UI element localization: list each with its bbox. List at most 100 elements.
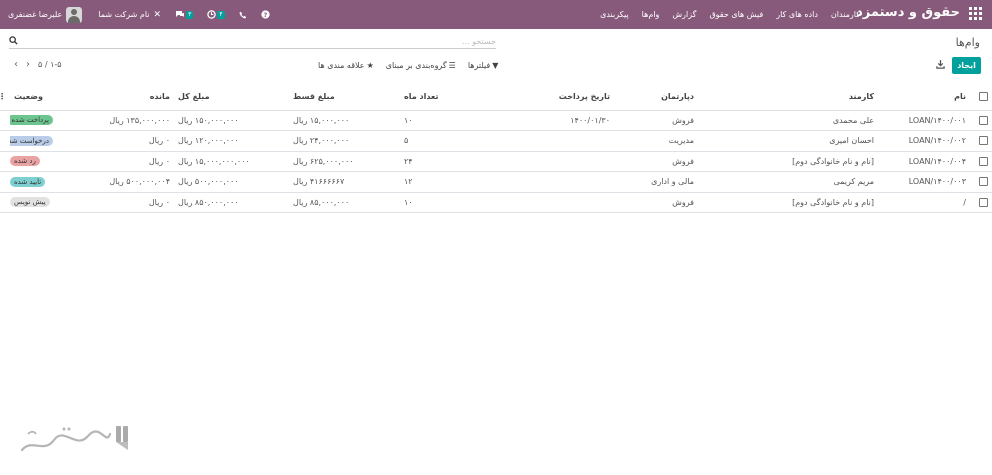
messages-count-badge: ۳ bbox=[186, 10, 194, 19]
cell-months: ۲۴ bbox=[400, 151, 484, 172]
row-checkbox[interactable] bbox=[979, 197, 988, 207]
messages-icon[interactable]: ۳ bbox=[175, 10, 194, 19]
debug-tools-icon[interactable]: ✕ bbox=[154, 10, 162, 20]
cell-name: LOAN/۱۴۰۰/۰۰۴ bbox=[878, 151, 970, 172]
cell-residual: ۰ ریال bbox=[57, 192, 174, 213]
list-icon: ☰ bbox=[448, 60, 456, 70]
cell-spacer bbox=[0, 192, 10, 213]
cell-residual: ۵۰۰,۰۰۰,۰۰۴ ریال bbox=[57, 171, 174, 193]
row-checkbox[interactable] bbox=[979, 136, 988, 146]
cell-employee: [نام و نام خانوادگی دوم] bbox=[698, 151, 878, 172]
col-header-residual[interactable]: مانده bbox=[57, 83, 174, 111]
cell-name: / bbox=[878, 192, 970, 213]
cell-installment: ۱۵,۰۰۰,۰۰۰ ریال bbox=[289, 110, 400, 131]
col-header-status[interactable]: وضعیت bbox=[10, 83, 57, 111]
cell-name: LOAN/۱۴۰۰/۰۰۲ bbox=[878, 130, 970, 152]
menu-employees[interactable]: کارمندان bbox=[831, 10, 860, 19]
row-checkbox[interactable] bbox=[979, 156, 988, 166]
col-header-installment[interactable]: مبلغ قسط bbox=[289, 83, 400, 111]
menu-work-entries[interactable]: داده های کار bbox=[776, 10, 818, 19]
favorites-dropdown[interactable]: ★علاقه مندی ها bbox=[318, 61, 374, 70]
table-row[interactable]: / [نام و نام خانوادگی دوم] فروش ۱۰ ۸۵,۰۰۰,۰۰… bbox=[0, 192, 992, 213]
col-header-department[interactable]: دپارتمان bbox=[614, 83, 698, 111]
cell-employee: مریم کریمی bbox=[698, 171, 878, 193]
row-checkbox-cell[interactable] bbox=[970, 171, 992, 193]
cell-payment-date bbox=[484, 130, 614, 152]
phone-icon[interactable] bbox=[239, 11, 247, 19]
company-name[interactable]: نام شرکت شما bbox=[98, 10, 149, 19]
star-icon: ★ bbox=[366, 60, 374, 70]
status-badge: تایید شده bbox=[10, 176, 46, 187]
cell-status: پرداخت شده bbox=[10, 110, 57, 131]
col-header-months[interactable]: تعداد ماه bbox=[400, 83, 484, 111]
cell-department: مدیریت bbox=[614, 130, 698, 152]
cell-name: LOAN/۱۴۰۰/۰۰۳ bbox=[878, 171, 970, 193]
menu-reporting[interactable]: گزارش bbox=[672, 10, 696, 19]
table-row[interactable]: LOAN/۱۴۰۰/۰۰۴ [نام و نام خانوادگی دوم] فرو… bbox=[0, 151, 992, 172]
phone-glyph-icon bbox=[239, 11, 246, 19]
activities-icon[interactable]: ۴ bbox=[207, 10, 225, 19]
select-all-checkbox-cell[interactable] bbox=[970, 83, 992, 111]
search-input[interactable] bbox=[26, 35, 496, 48]
cell-employee: علی محمدی bbox=[698, 110, 878, 131]
question-circle-icon: ? bbox=[260, 10, 270, 19]
chevron-right-icon[interactable]: › bbox=[26, 59, 30, 70]
search-bar bbox=[9, 35, 496, 49]
menu-payslips[interactable]: فیش های حقوق bbox=[709, 10, 763, 19]
optional-columns-icon[interactable]: ⋮ bbox=[0, 83, 10, 111]
cell-installment: ۴۱۶۶۶۶۶۷ ریال bbox=[289, 171, 400, 193]
cell-spacer bbox=[0, 171, 10, 193]
menu-configuration[interactable]: پیکربندی bbox=[600, 10, 629, 19]
cell-payment-date bbox=[484, 192, 614, 213]
col-header-name[interactable]: نام bbox=[878, 83, 970, 111]
col-header-payment-date[interactable]: تاریخ پرداخت bbox=[484, 83, 614, 111]
cell-department: فروش bbox=[614, 151, 698, 172]
cell-payment-date: ۱۴۰۰/۰۱/۳۰ bbox=[484, 110, 614, 131]
cell-months: ۱۲ bbox=[400, 171, 484, 193]
apps-menu-icon[interactable] bbox=[969, 7, 982, 20]
cell-installment: ۸۵,۰۰۰,۰۰۰ ریال bbox=[289, 192, 400, 213]
row-checkbox-cell[interactable] bbox=[970, 130, 992, 152]
cell-installment: ۲۴,۰۰۰,۰۰۰ ریال bbox=[289, 130, 400, 152]
breadcrumb: وام‌ها bbox=[955, 36, 980, 49]
user-avatar[interactable] bbox=[66, 6, 83, 23]
cell-department: فروش bbox=[614, 110, 698, 131]
chevron-left-icon[interactable]: ‹ bbox=[14, 59, 18, 70]
svg-text:?: ? bbox=[263, 12, 267, 19]
pager-value[interactable]: ۱-۵ / ۵ bbox=[38, 60, 62, 69]
cell-residual: ۱۳۵,۰۰۰,۰۰۰ ریال bbox=[57, 110, 174, 131]
table-header-row: نام کارمند دپارتمان تاریخ پرداخت تعداد م… bbox=[0, 83, 992, 111]
status-badge: پیش نویس bbox=[10, 197, 50, 208]
cell-department: مالی و اداری bbox=[614, 171, 698, 193]
row-checkbox[interactable] bbox=[979, 115, 988, 125]
select-all-checkbox[interactable] bbox=[979, 91, 988, 101]
row-checkbox[interactable] bbox=[979, 177, 988, 187]
filter-icon: ▼ bbox=[492, 60, 499, 70]
cell-payment-date bbox=[484, 171, 614, 193]
table-row[interactable]: LOAN/۱۴۰۰/۰۰۱ علی محمدی فروش ۱۴۰۰/۰۱/۳۰ ۱۰ ۱۵… bbox=[0, 110, 992, 131]
export-download-icon[interactable] bbox=[936, 60, 945, 72]
col-header-employee[interactable]: کارمند bbox=[698, 83, 878, 111]
user-name[interactable]: علیرضا غضنفری bbox=[8, 10, 62, 19]
status-badge: درخواست شده bbox=[10, 135, 53, 146]
watermark-logo bbox=[20, 426, 128, 452]
col-header-total[interactable]: مبلغ کل bbox=[174, 83, 289, 111]
search-icon[interactable] bbox=[9, 36, 18, 48]
row-checkbox-cell[interactable] bbox=[970, 110, 992, 131]
row-checkbox-cell[interactable] bbox=[970, 192, 992, 213]
menu-loans[interactable]: وام‌ها bbox=[642, 10, 660, 19]
row-checkbox-cell[interactable] bbox=[970, 151, 992, 172]
help-icon[interactable]: ? bbox=[260, 10, 270, 19]
filters-dropdown[interactable]: ▼فیلترها bbox=[468, 61, 499, 70]
cell-installment: ۶۲۵,۰۰۰,۰۰۰ ریال bbox=[289, 151, 400, 172]
app-title[interactable]: حقوق و دستمزد bbox=[856, 5, 960, 20]
table-row[interactable]: LOAN/۱۴۰۰/۰۰۳ مریم کریمی مالی و اداری ۱۲ ۴۱۶… bbox=[0, 171, 992, 193]
cell-total: ۵۰۰,۰۰۰,۰۰۰ ریال bbox=[174, 171, 289, 193]
group-by-dropdown[interactable]: ☰گروه‌بندی بر مبنای bbox=[386, 61, 456, 70]
cell-status: رد شده bbox=[10, 151, 57, 172]
cell-name: LOAN/۱۴۰۰/۰۰۱ bbox=[878, 110, 970, 131]
table-row[interactable]: LOAN/۱۴۰۰/۰۰۲ احسان امیری مدیریت ۵ ۲۴,۰۰۰,۰۰… bbox=[0, 130, 992, 152]
cell-total: ۸۵۰,۰۰۰,۰۰۰ ریال bbox=[174, 192, 289, 213]
loans-table: نام کارمند دپارتمان تاریخ پرداخت تعداد م… bbox=[0, 83, 992, 213]
create-button[interactable]: ایجاد bbox=[952, 57, 981, 74]
